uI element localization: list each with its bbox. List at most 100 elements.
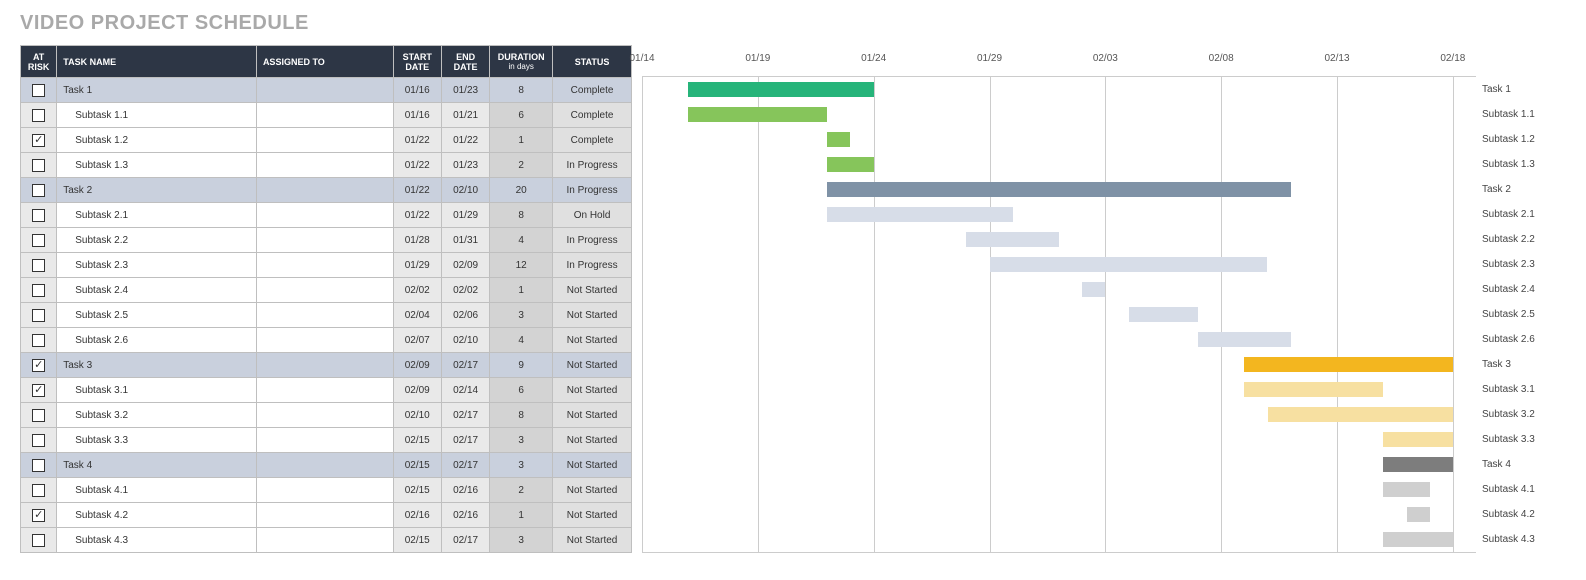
status-cell[interactable]: Complete <box>553 103 632 128</box>
assigned-cell[interactable] <box>256 178 393 203</box>
gantt-bar[interactable] <box>827 157 873 172</box>
assigned-cell[interactable] <box>256 428 393 453</box>
task-name-cell[interactable]: Task 1 <box>57 78 257 103</box>
end-date-cell[interactable]: 01/23 <box>441 153 489 178</box>
assigned-cell[interactable] <box>256 128 393 153</box>
task-name-cell[interactable]: Subtask 3.1 <box>57 378 257 403</box>
at-risk-checkbox[interactable] <box>32 184 45 197</box>
gantt-bar[interactable] <box>827 207 1012 222</box>
status-cell[interactable]: In Progress <box>553 178 632 203</box>
task-name-cell[interactable]: Subtask 1.2 <box>57 128 257 153</box>
gantt-bar[interactable] <box>1407 507 1430 522</box>
status-cell[interactable]: Not Started <box>553 303 632 328</box>
assigned-cell[interactable] <box>256 228 393 253</box>
status-cell[interactable]: Not Started <box>553 528 632 553</box>
start-date-cell[interactable]: 02/09 <box>393 353 441 378</box>
at-risk-checkbox[interactable] <box>32 334 45 347</box>
assigned-cell[interactable] <box>256 253 393 278</box>
task-name-cell[interactable]: Subtask 2.3 <box>57 253 257 278</box>
status-cell[interactable]: Not Started <box>553 403 632 428</box>
at-risk-checkbox[interactable] <box>32 359 45 372</box>
gantt-bar[interactable] <box>990 257 1268 272</box>
task-name-cell[interactable]: Subtask 4.2 <box>57 503 257 528</box>
task-name-cell[interactable]: Subtask 3.2 <box>57 403 257 428</box>
start-date-cell[interactable]: 02/15 <box>393 453 441 478</box>
gantt-bar[interactable] <box>1383 482 1429 497</box>
status-cell[interactable]: Complete <box>553 78 632 103</box>
gantt-bar[interactable] <box>1082 282 1105 297</box>
status-cell[interactable]: Not Started <box>553 353 632 378</box>
start-date-cell[interactable]: 01/29 <box>393 253 441 278</box>
status-cell[interactable]: In Progress <box>553 253 632 278</box>
task-name-cell[interactable]: Subtask 2.1 <box>57 203 257 228</box>
status-cell[interactable]: Not Started <box>553 328 632 353</box>
start-date-cell[interactable]: 02/15 <box>393 478 441 503</box>
gantt-bar[interactable] <box>688 107 827 122</box>
end-date-cell[interactable]: 02/10 <box>441 178 489 203</box>
gantt-bar[interactable] <box>827 132 850 147</box>
status-cell[interactable]: On Hold <box>553 203 632 228</box>
assigned-cell[interactable] <box>256 78 393 103</box>
gantt-bar[interactable] <box>1383 432 1452 447</box>
end-date-cell[interactable]: 01/31 <box>441 228 489 253</box>
gantt-bar[interactable] <box>1244 382 1383 397</box>
status-cell[interactable]: Not Started <box>553 378 632 403</box>
at-risk-checkbox[interactable] <box>32 484 45 497</box>
status-cell[interactable]: Complete <box>553 128 632 153</box>
gantt-bar[interactable] <box>1198 332 1291 347</box>
status-cell[interactable]: Not Started <box>553 428 632 453</box>
assigned-cell[interactable] <box>256 378 393 403</box>
gantt-bar[interactable] <box>1383 457 1452 472</box>
task-name-cell[interactable]: Subtask 1.3 <box>57 153 257 178</box>
at-risk-checkbox[interactable] <box>32 259 45 272</box>
status-cell[interactable]: Not Started <box>553 453 632 478</box>
end-date-cell[interactable]: 02/17 <box>441 428 489 453</box>
task-name-cell[interactable]: Subtask 4.1 <box>57 478 257 503</box>
task-name-cell[interactable]: Task 3 <box>57 353 257 378</box>
end-date-cell[interactable]: 02/17 <box>441 353 489 378</box>
assigned-cell[interactable] <box>256 453 393 478</box>
end-date-cell[interactable]: 01/23 <box>441 78 489 103</box>
task-name-cell[interactable]: Subtask 2.5 <box>57 303 257 328</box>
status-cell[interactable]: In Progress <box>553 228 632 253</box>
gantt-bar[interactable] <box>1129 307 1198 322</box>
at-risk-checkbox[interactable] <box>32 409 45 422</box>
at-risk-checkbox[interactable] <box>32 434 45 447</box>
gantt-bar[interactable] <box>1383 532 1452 547</box>
task-name-cell[interactable]: Subtask 4.3 <box>57 528 257 553</box>
task-name-cell[interactable]: Task 4 <box>57 453 257 478</box>
gantt-bar[interactable] <box>827 182 1290 197</box>
at-risk-checkbox[interactable] <box>32 459 45 472</box>
end-date-cell[interactable]: 02/17 <box>441 403 489 428</box>
at-risk-checkbox[interactable] <box>32 109 45 122</box>
task-name-cell[interactable]: Subtask 2.2 <box>57 228 257 253</box>
start-date-cell[interactable]: 02/07 <box>393 328 441 353</box>
end-date-cell[interactable]: 01/29 <box>441 203 489 228</box>
assigned-cell[interactable] <box>256 303 393 328</box>
end-date-cell[interactable]: 02/10 <box>441 328 489 353</box>
start-date-cell[interactable]: 02/15 <box>393 428 441 453</box>
assigned-cell[interactable] <box>256 528 393 553</box>
at-risk-checkbox[interactable] <box>32 509 45 522</box>
start-date-cell[interactable]: 01/22 <box>393 128 441 153</box>
assigned-cell[interactable] <box>256 203 393 228</box>
at-risk-checkbox[interactable] <box>32 159 45 172</box>
start-date-cell[interactable]: 01/22 <box>393 153 441 178</box>
start-date-cell[interactable]: 01/22 <box>393 203 441 228</box>
start-date-cell[interactable]: 01/16 <box>393 78 441 103</box>
task-name-cell[interactable]: Task 2 <box>57 178 257 203</box>
gantt-bar[interactable] <box>1268 407 1453 422</box>
task-name-cell[interactable]: Subtask 3.3 <box>57 428 257 453</box>
assigned-cell[interactable] <box>256 278 393 303</box>
assigned-cell[interactable] <box>256 478 393 503</box>
task-name-cell[interactable]: Subtask 1.1 <box>57 103 257 128</box>
start-date-cell[interactable]: 02/16 <box>393 503 441 528</box>
end-date-cell[interactable]: 02/02 <box>441 278 489 303</box>
assigned-cell[interactable] <box>256 103 393 128</box>
at-risk-checkbox[interactable] <box>32 209 45 222</box>
end-date-cell[interactable]: 02/06 <box>441 303 489 328</box>
at-risk-checkbox[interactable] <box>32 84 45 97</box>
at-risk-checkbox[interactable] <box>32 384 45 397</box>
at-risk-checkbox[interactable] <box>32 234 45 247</box>
at-risk-checkbox[interactable] <box>32 284 45 297</box>
